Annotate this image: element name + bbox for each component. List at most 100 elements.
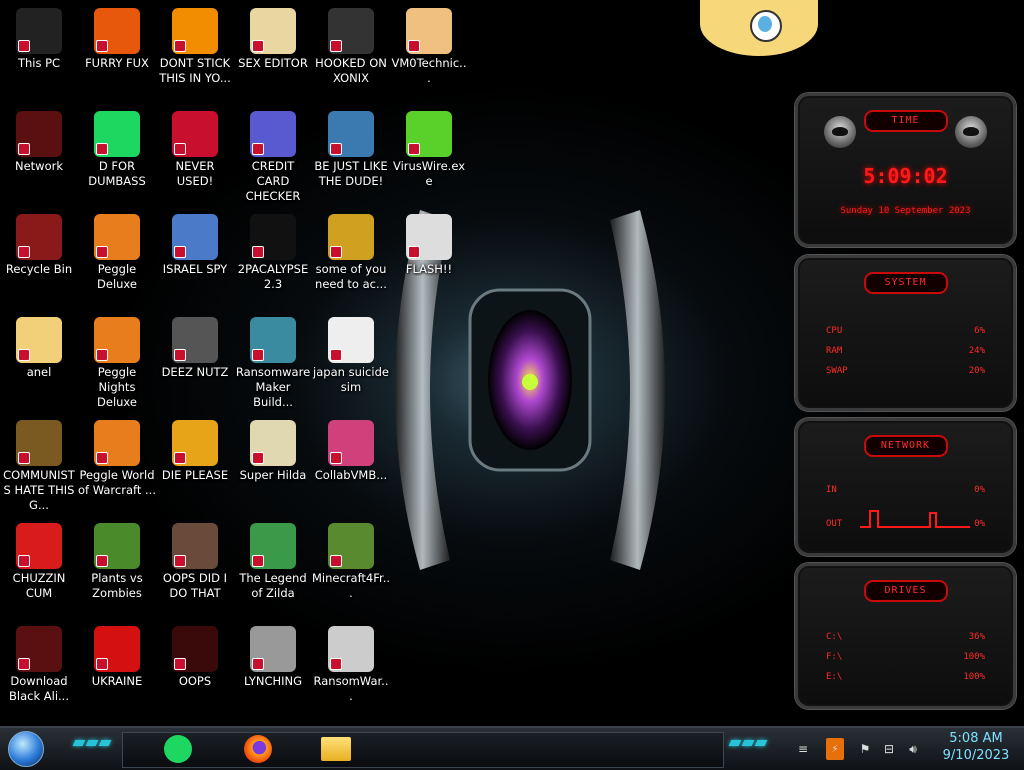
desktop-icon[interactable]: DEEZ NUTZ: [156, 313, 234, 413]
pixel-hero-icon: [250, 523, 296, 569]
drive-e-row: E:\ 100%: [826, 672, 985, 682]
desktop-icon-label: Ransomware Maker Build...: [235, 365, 311, 409]
desktop-icon[interactable]: D FOR DUMBASS: [78, 107, 156, 207]
desktop-icon[interactable]: NEVER USED!: [156, 107, 234, 207]
shortcut-arrow-icon: [18, 555, 30, 567]
cartoon-sticker: [700, 0, 818, 56]
desktop-icon-label: This PC: [17, 56, 61, 70]
network-gadget[interactable]: NETWORK IN 0% OUT 0%: [795, 418, 1016, 556]
desktop-icon-label: OOPS: [178, 674, 212, 688]
desktop-icon[interactable]: japan suicide sim: [312, 313, 390, 413]
shortcut-arrow-icon: [330, 246, 342, 258]
pink-monitor-icon: [328, 420, 374, 466]
shortcut-arrow-icon: [252, 246, 264, 258]
system-header: SYSTEM: [863, 272, 948, 294]
desktop-icon-label: BE JUST LIKE THE DUDE!: [314, 159, 388, 188]
shortcut-arrow-icon: [96, 452, 108, 464]
peggle-icon: [94, 214, 140, 260]
desktop-icon[interactable]: Network: [0, 107, 78, 207]
document-icon: [328, 317, 374, 363]
taskbar-file-explorer[interactable]: [316, 732, 356, 766]
desktop-icon[interactable]: Download Black Ali...: [0, 622, 78, 722]
desktop-icon[interactable]: OOPS: [156, 622, 234, 722]
desktop-icon[interactable]: FURRY FUX: [78, 4, 156, 104]
taskbar-spotify[interactable]: [158, 732, 198, 766]
drives-gadget[interactable]: DRIVES C:\ 36% F:\ 100% E:\ 100%: [795, 563, 1016, 709]
time-gadget[interactable]: TIME 5:09:02 Sunday 10 September 2023: [795, 93, 1016, 247]
desktop-icon[interactable]: CollabVMB...: [312, 416, 390, 516]
desktop-icon-label: some of you need to ac...: [315, 262, 387, 291]
desktop-icon[interactable]: VM0Technic...: [390, 4, 468, 104]
recycle-bin-icon: [16, 214, 62, 260]
desktop-icon[interactable]: Ransomware Maker Build...: [234, 313, 312, 413]
desktop-icon[interactable]: ISRAEL SPY: [156, 210, 234, 310]
desktop-icon[interactable]: DIE PLEASE: [156, 416, 234, 516]
tray-app-icon[interactable]: ⚡: [826, 738, 844, 760]
start-button[interactable]: [4, 731, 48, 767]
desktop-icon-label: DONT STICK THIS IN YO...: [159, 56, 231, 85]
desktop-icon[interactable]: some of you need to ac...: [312, 210, 390, 310]
shortcut-arrow-icon: [330, 349, 342, 361]
taskbar-clock[interactable]: 5:08 AM 9/10/2023: [936, 730, 1016, 764]
desktop-icon[interactable]: anel: [0, 313, 78, 413]
desktop-icon[interactable]: COMMUNISTS HATE THIS G...: [0, 416, 78, 516]
decor-dots-left: [72, 740, 112, 746]
desktop-icon[interactable]: OOPS DID I DO THAT: [156, 519, 234, 619]
desktop-icon-label: Peggle World of Warcraft ...: [78, 468, 156, 497]
shortcut-arrow-icon: [18, 143, 30, 155]
volume-icon[interactable]: 🔊︎: [904, 738, 922, 760]
desktop-icon[interactable]: Peggle Deluxe: [78, 210, 156, 310]
bear-icon: [328, 214, 374, 260]
shortcut-arrow-icon: [174, 658, 186, 670]
desktop-icon[interactable]: Super Hilda: [234, 416, 312, 516]
system-gadget[interactable]: SYSTEM CPU 6% RAM 24% SWAP 20%: [795, 255, 1016, 411]
desktop-icon[interactable]: CREDIT CARD CHECKER: [234, 107, 312, 207]
alien-head-icon: [16, 626, 62, 672]
alien-head-icon: [955, 116, 987, 148]
desktop-icon[interactable]: BE JUST LIKE THE DUDE!: [312, 107, 390, 207]
shortcut-arrow-icon: [252, 555, 264, 567]
desktop-icon-label: japan suicide sim: [313, 365, 389, 394]
desktop-icon[interactable]: HOOKED ON XONIX: [312, 4, 390, 104]
doctor-icon: [406, 8, 452, 54]
shortcut-arrow-icon: [96, 246, 108, 258]
shortcut-arrow-icon: [408, 143, 420, 155]
desktop-icon[interactable]: This PC: [0, 4, 78, 104]
radiation-icon: [94, 626, 140, 672]
desktop-icon-label: UKRAINE: [91, 674, 143, 688]
desktop-icon[interactable]: UKRAINE: [78, 622, 156, 722]
desktop-icon[interactable]: Peggle Nights Deluxe: [78, 313, 156, 413]
desktop-icon[interactable]: Peggle World of Warcraft ...: [78, 416, 156, 516]
drive-f-row: F:\ 100%: [826, 652, 985, 662]
desktop-icon[interactable]: RansomWar...: [312, 622, 390, 722]
show-hidden-icons[interactable]: ≡: [792, 738, 814, 760]
desktop-icon-label: DEEZ NUTZ: [161, 365, 229, 379]
shortcut-arrow-icon: [330, 143, 342, 155]
desktop-icon[interactable]: CHUZZIN CUM: [0, 519, 78, 619]
desktop-icon-label: ISRAEL SPY: [162, 262, 228, 276]
flag-icon[interactable]: ⚑: [856, 738, 874, 760]
network-icon[interactable]: ⊟: [880, 738, 898, 760]
taskbar-firefox[interactable]: [238, 732, 278, 766]
desktop-icon[interactable]: SEX EDITOR: [234, 4, 312, 104]
stacked-windows-icon: [172, 317, 218, 363]
flower-pot-icon: [94, 523, 140, 569]
desktop-icon[interactable]: Recycle Bin: [0, 210, 78, 310]
desktop[interactable]: This PC Network Recycle Bin anel COMMUNISTS …: [0, 0, 1024, 726]
firefox-icon: [244, 735, 272, 763]
limewire-icon: [406, 111, 452, 157]
desktop-icon-label: COMMUNISTS HATE THIS G...: [3, 468, 75, 512]
hxd-icon: [250, 8, 296, 54]
flash-doc-icon: [406, 214, 452, 260]
desktop-icon[interactable]: LYNCHING: [234, 622, 312, 722]
shortcut-arrow-icon: [252, 349, 264, 361]
desktop-icon[interactable]: DONT STICK THIS IN YO...: [156, 4, 234, 104]
desktop-icon[interactable]: FLASH!!: [390, 210, 468, 310]
grass-block-icon: [328, 523, 374, 569]
desktop-icon[interactable]: 2PACALYPSE 2.3: [234, 210, 312, 310]
desktop-icon[interactable]: VirusWire.exe: [390, 107, 468, 207]
desktop-icon[interactable]: Plants vs Zombies: [78, 519, 156, 619]
dev-cpp-icon: [172, 111, 218, 157]
desktop-icon[interactable]: Minecraft4Fr...: [312, 519, 390, 619]
desktop-icon[interactable]: The Legend of Zilda: [234, 519, 312, 619]
